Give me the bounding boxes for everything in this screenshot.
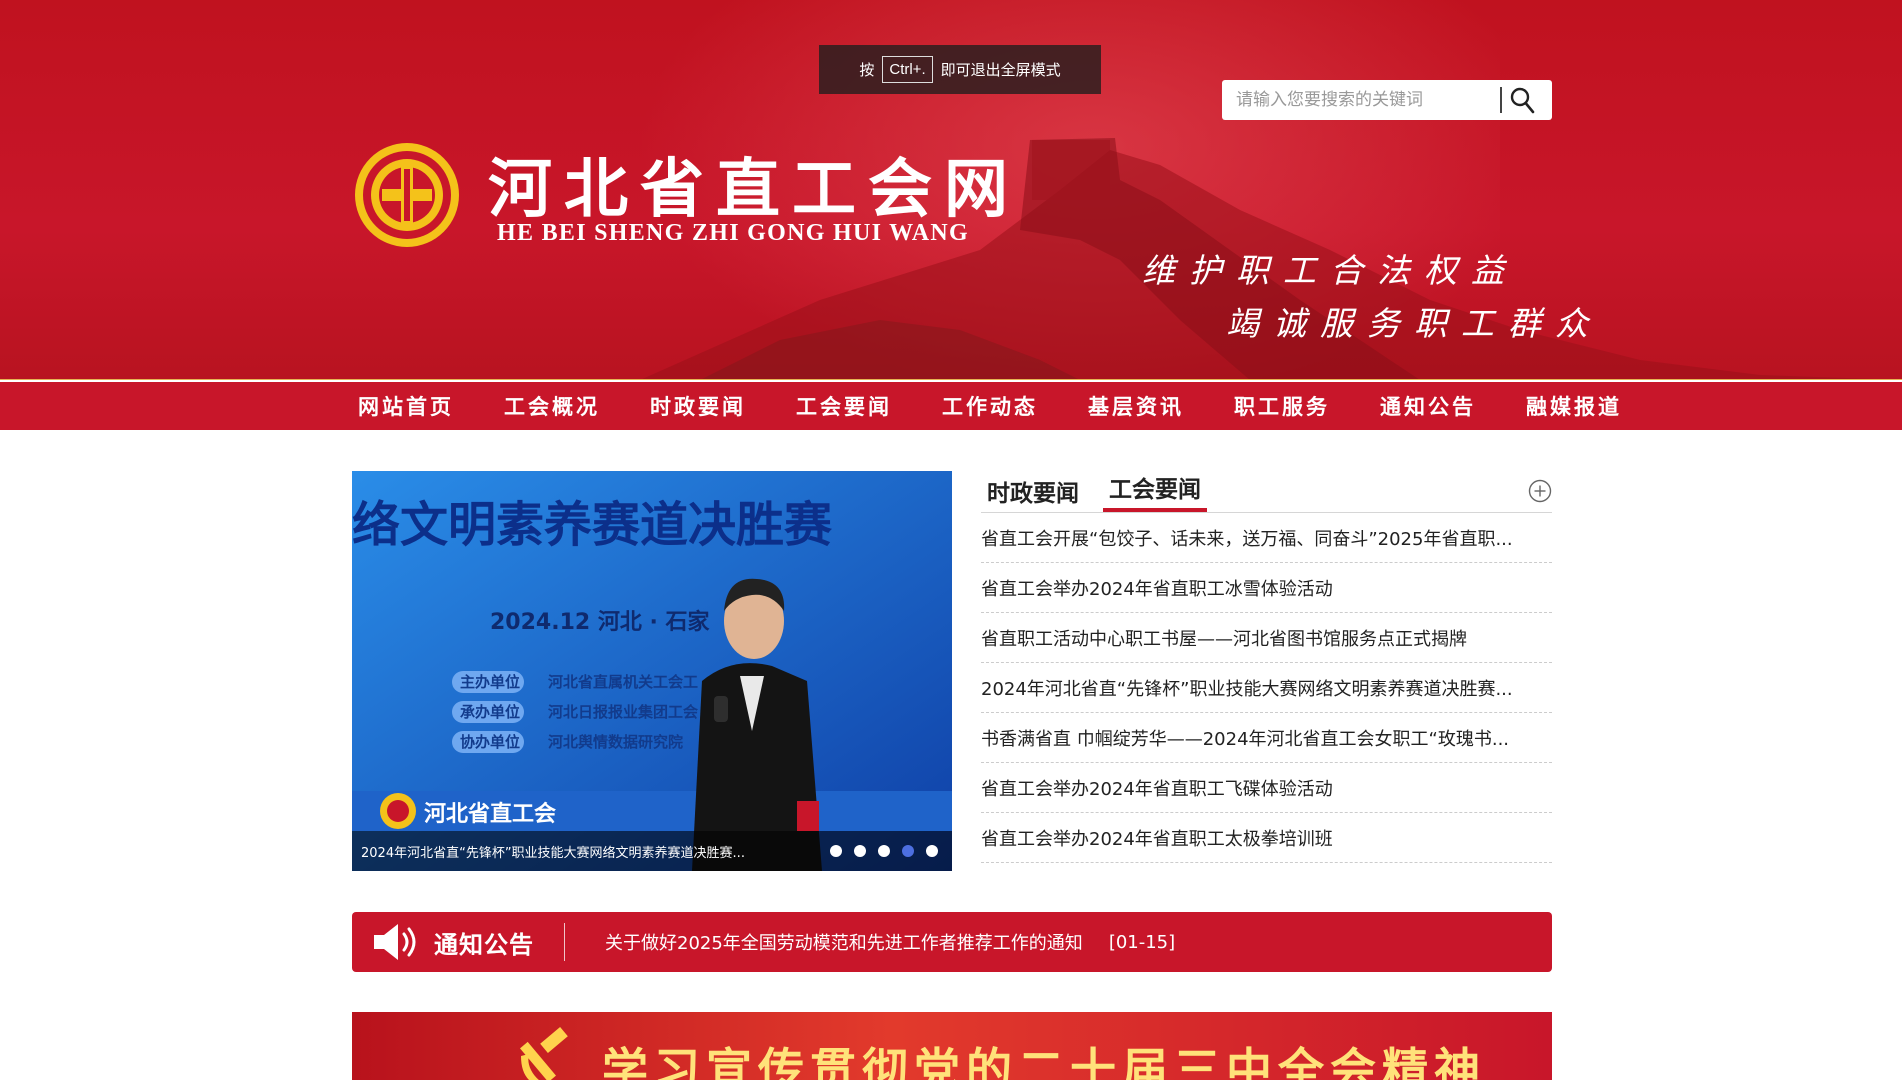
site-subtitle: HE BEI SHENG ZHI GONG HUI WANG [497, 220, 969, 246]
news-item[interactable]: 省直工会开展“包饺子、话未来，送万福、同奋斗”2025年省直职... [981, 513, 1552, 563]
nav-items: 网站首页 工会概况 时政要闻 工会要闻 工作动态 基层资讯 职工服务 通知公告 … [352, 382, 1619, 430]
nav-item-politics-news[interactable]: 时政要闻 [644, 391, 752, 421]
news-item[interactable]: 省直工会举办2024年省直职工飞碟体验活动 [981, 763, 1552, 813]
search-input[interactable] [1236, 82, 1494, 118]
main-nav: 网站首页 工会概况 时政要闻 工会要闻 工作动态 基层资讯 职工服务 通知公告 … [0, 382, 1902, 430]
speaker-icon [374, 924, 416, 960]
carousel-slide-image: 络文明素养赛道决胜赛 2024.12 河北 · 石家 主办单位 河北省直属机关工… [352, 471, 952, 871]
slide-headline: 络文明素养赛道决胜赛 [352, 497, 833, 553]
news-tabs: 时政要闻 工会要闻 [981, 471, 1552, 513]
carousel-dot[interactable] [926, 845, 938, 857]
notice-bar: 通知公告 关于做好2025年全国劳动模范和先进工作者推荐工作的通知 [01-15… [352, 912, 1552, 972]
banner-text: 学习宣传贯彻党的二十届三中全会精神 [602, 1043, 1486, 1080]
fullscreen-key-badge: Ctrl+. [882, 56, 933, 83]
fullscreen-tip-suffix: 即可退出全屏模式 [940, 61, 1061, 79]
nav-item-notices[interactable]: 通知公告 [1374, 391, 1482, 421]
news-panel: 时政要闻 工会要闻 省直工会开展“包饺子、话未来，送万福、同奋斗”2025年省直… [981, 471, 1552, 875]
header-gold-divider [0, 379, 1902, 380]
slide-bottom-logo: 河北省直工会 [424, 801, 556, 827]
notice-title[interactable]: 通知公告 [434, 925, 534, 960]
news-item[interactable]: 省直工会举办2024年省直职工太极拳培训班 [981, 813, 1552, 863]
news-item-title[interactable]: 省直职工活动中心职工书屋——河北省图书馆服务点正式揭牌 [981, 625, 1552, 651]
carousel-dot-active[interactable] [902, 845, 914, 857]
news-item-title[interactable]: 省直工会举办2024年省直职工太极拳培训班 [981, 825, 1552, 851]
search-box [1222, 80, 1552, 120]
news-item[interactable]: 书香满省直 巾帼绽芳华——2024年河北省直工会女职工“玫瑰书... [981, 713, 1552, 763]
nav-item-grassroots[interactable]: 基层资讯 [1082, 391, 1190, 421]
nav-item-media[interactable]: 融媒报道 [1520, 391, 1628, 421]
news-item-title[interactable]: 省直工会举办2024年省直职工冰雪体验活动 [981, 575, 1552, 601]
slide-role-3: 协办单位 [460, 733, 520, 751]
hammer-sickle-icon [520, 1027, 568, 1080]
nav-item-union-news[interactable]: 工会要闻 [790, 391, 898, 421]
notice-divider [564, 923, 565, 961]
party-banner[interactable]: 学习宣传贯彻党的二十届三中全会精神 [352, 1012, 1552, 1080]
site-header: 按 Ctrl+. 即可退出全屏模式 河北省直工会网 HE BEI SHE [0, 0, 1902, 380]
search-icon [1510, 87, 1535, 114]
more-plus-icon[interactable] [1528, 479, 1552, 503]
site-title: 河北省直工会网 [488, 152, 1020, 227]
carousel-dot[interactable] [878, 845, 890, 857]
slide-org-3: 河北舆情数据研究院 [548, 733, 683, 751]
slide-role-1: 主办单位 [460, 673, 520, 691]
nav-item-worker-services[interactable]: 职工服务 [1228, 391, 1336, 421]
news-item[interactable]: 省直工会举办2024年省直职工冰雪体验活动 [981, 563, 1552, 613]
tab-politics-news[interactable]: 时政要闻 [981, 474, 1085, 512]
nav-item-home[interactable]: 网站首页 [352, 391, 460, 421]
carousel-dots [830, 845, 938, 857]
fullscreen-tip-prefix: 按 [859, 61, 875, 79]
page: 按 Ctrl+. 即可退出全屏模式 河北省直工会网 HE BEI SHE [0, 0, 1902, 1080]
news-list: 省直工会开展“包饺子、话未来，送万福、同奋斗”2025年省直职... 省直工会举… [981, 513, 1552, 863]
news-item[interactable]: 2024年河北省直“先锋杯”职业技能大赛网络文明素养赛道决胜赛... [981, 663, 1552, 713]
slide-date-place: 2024.12 河北 · 石家 [490, 609, 711, 635]
photo-carousel[interactable]: 络文明素养赛道决胜赛 2024.12 河北 · 石家 主办单位 河北省直属机关工… [352, 471, 952, 871]
notice-link[interactable]: 关于做好2025年全国劳动模范和先进工作者推荐工作的通知 [605, 929, 1083, 955]
slogan-line-2: 竭诚服务职工群众 [1226, 304, 1602, 343]
union-logo-icon [355, 143, 459, 247]
carousel-caption[interactable]: 2024年河北省直“先锋杯”职业技能大赛网络文明素养赛道决胜赛... [361, 842, 791, 861]
search-button[interactable] [1502, 80, 1542, 120]
nav-item-overview[interactable]: 工会概况 [498, 391, 606, 421]
notice-date: [01-15] [1108, 931, 1176, 953]
fullscreen-exit-tip: 按 Ctrl+. 即可退出全屏模式 [819, 45, 1101, 94]
carousel-dot[interactable] [854, 845, 866, 857]
news-item[interactable]: 省直职工活动中心职工书屋——河北省图书馆服务点正式揭牌 [981, 613, 1552, 663]
news-item-title[interactable]: 省直工会开展“包饺子、话未来，送万福、同奋斗”2025年省直职... [981, 525, 1552, 551]
tab-union-news[interactable]: 工会要闻 [1103, 470, 1207, 512]
news-item-title[interactable]: 书香满省直 巾帼绽芳华——2024年河北省直工会女职工“玫瑰书... [981, 725, 1552, 751]
news-item-title[interactable]: 2024年河北省直“先锋杯”职业技能大赛网络文明素养赛道决胜赛... [981, 675, 1552, 701]
slogan-line-1: 维护职工合法权益 [1142, 251, 1518, 290]
carousel-dot[interactable] [830, 845, 842, 857]
slide-role-2: 承办单位 [460, 703, 520, 721]
news-item-title[interactable]: 省直工会举办2024年省直职工飞碟体验活动 [981, 775, 1552, 801]
nav-item-work-updates[interactable]: 工作动态 [936, 391, 1044, 421]
slide-org-2: 河北日报报业集团工会 [548, 703, 698, 721]
slide-org-1: 河北省直属机关工会工 [548, 673, 698, 691]
